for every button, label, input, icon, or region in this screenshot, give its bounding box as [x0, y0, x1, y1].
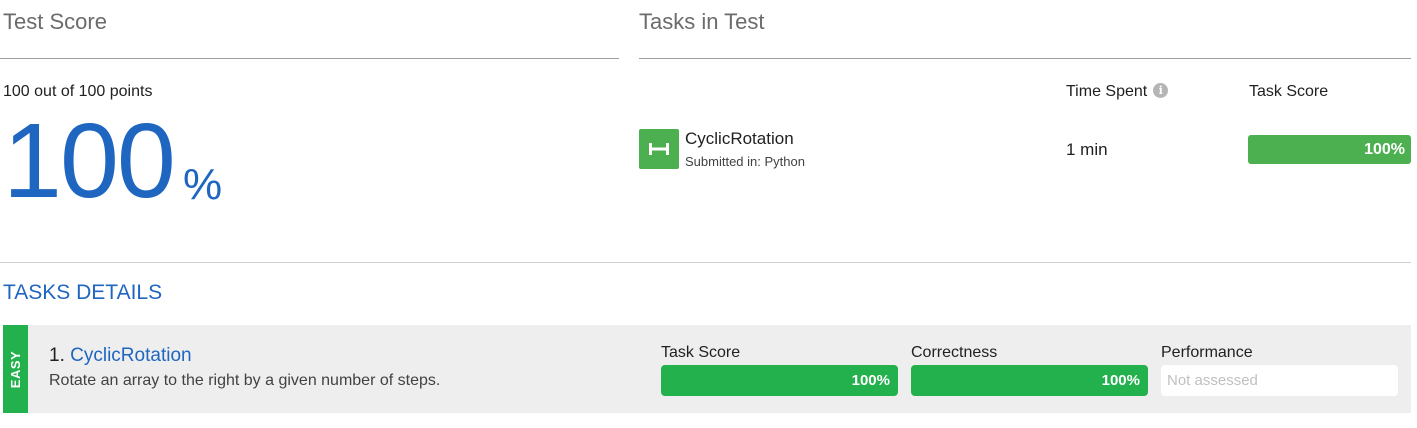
- total-score-unit: %: [183, 160, 223, 209]
- tasks-in-test-divider: [639, 58, 1411, 59]
- metric-performance-bar: Not assessed: [1161, 365, 1398, 396]
- task-card-title: 1. CyclicRotation: [49, 345, 192, 367]
- difficulty-badge: EASY: [3, 325, 28, 413]
- dumbbell-icon: [639, 129, 679, 169]
- task-detail-card[interactable]: EASY 1. CyclicRotation Rotate an array t…: [3, 325, 1411, 413]
- tasks-in-test-title: Tasks in Test: [639, 9, 765, 34]
- time-spent-header: Time Spent i: [1066, 83, 1169, 101]
- task-number: 1.: [49, 345, 65, 366]
- task-score-bar: 100%: [1248, 135, 1411, 164]
- task-submitted-language: Submitted in: Python: [685, 154, 805, 169]
- difficulty-label: EASY: [8, 350, 23, 388]
- test-score-divider: [0, 58, 619, 59]
- points-summary: 100 out of 100 points: [3, 83, 153, 100]
- total-score-value: 100: [3, 102, 176, 220]
- test-score-title: Test Score: [3, 9, 107, 34]
- task-description: Rotate an array to the right by a given …: [49, 372, 441, 389]
- task-name[interactable]: CyclicRotation: [685, 129, 794, 149]
- metric-correctness-label: Correctness: [911, 344, 998, 361]
- time-spent-label: Time Spent: [1066, 83, 1148, 100]
- time-spent-value: 1 min: [1066, 140, 1108, 159]
- task-score-header: Task Score: [1249, 83, 1329, 100]
- metric-correctness-bar: 100%: [911, 365, 1148, 396]
- metric-performance-label: Performance: [1161, 344, 1253, 361]
- metric-task-score-bar: 100%: [661, 365, 898, 396]
- info-icon[interactable]: i: [1153, 83, 1169, 98]
- tasks-details-title: TASKS DETAILS: [3, 281, 163, 304]
- metric-task-score-label: Task Score: [661, 344, 741, 361]
- task-link[interactable]: CyclicRotation: [70, 345, 191, 366]
- section-divider: [0, 262, 1411, 263]
